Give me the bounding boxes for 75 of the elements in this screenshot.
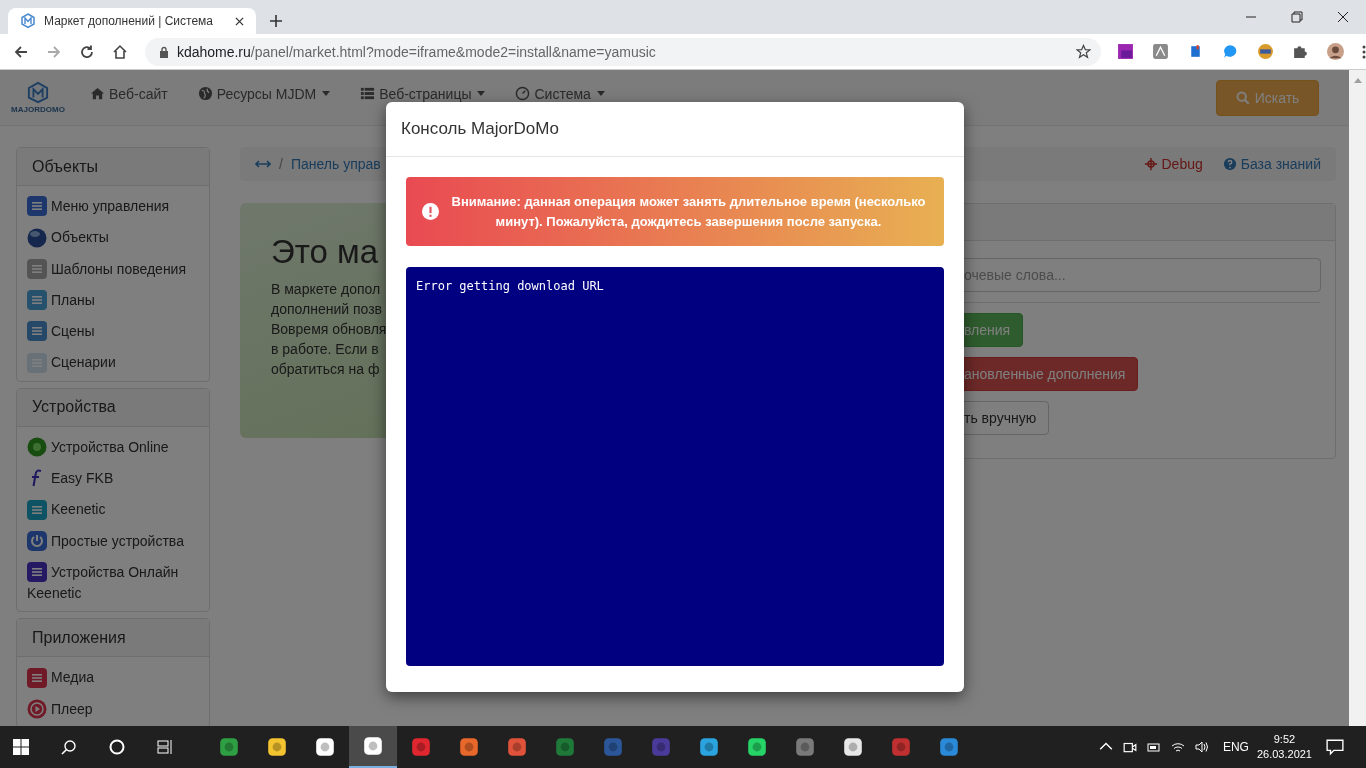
sidebar-item[interactable]: Планы [27, 284, 209, 317]
language-indicator[interactable]: ENG [1222, 740, 1249, 754]
clock[interactable]: 9:52 26.03.2021 [1256, 732, 1312, 762]
home-icon [90, 86, 105, 101]
star-icon[interactable] [1076, 44, 1091, 59]
sidebar-item[interactable]: Простые устройства [27, 525, 209, 557]
sidebar-item[interactable]: Easy FKB [27, 463, 209, 495]
nav-link[interactable]: Веб-сайт [90, 85, 168, 102]
panel-heading: Объекты [17, 148, 209, 186]
avatar-icon[interactable] [1327, 43, 1344, 60]
nav-link[interactable]: Ресурсы MJDM [197, 85, 331, 102]
status-dot-icon [27, 437, 47, 458]
globe-icon [27, 227, 47, 248]
start-icon[interactable] [13, 739, 29, 755]
list-icon [360, 86, 376, 101]
search-icon [1235, 90, 1250, 105]
help-icon [1222, 157, 1237, 171]
help-link[interactable]: База знаний [1222, 156, 1321, 172]
panel-heading: Приложения [17, 619, 209, 658]
chat-icon[interactable] [1222, 43, 1239, 60]
home-icon[interactable] [111, 43, 128, 60]
jumbotron-text: дополнений позв [271, 300, 383, 319]
circle-icon[interactable] [109, 739, 125, 755]
close-icon[interactable] [1337, 11, 1349, 23]
globe-icon [197, 86, 213, 101]
console-output: Error getting download URL [406, 267, 944, 666]
breadcrumb-separator: / [279, 156, 283, 172]
new-tab-icon[interactable] [270, 15, 282, 27]
sidebar-item[interactable]: Устройства Online [27, 431, 209, 464]
panel-heading: Устройства [17, 388, 209, 427]
browser-tab[interactable]: Маркет дополнений | Система [8, 8, 256, 34]
debug-link[interactable]: Debug [1143, 156, 1203, 172]
breadcrumb-link[interactable]: Панель управ [290, 156, 381, 172]
expand-icon[interactable] [255, 160, 271, 168]
alert-icon [422, 203, 439, 220]
sidebar-item[interactable]: Сценарии [27, 347, 209, 379]
close-icon[interactable] [235, 16, 244, 26]
notification-icon[interactable] [1326, 738, 1344, 756]
play-icon [27, 698, 47, 719]
wifi-icon[interactable] [1170, 740, 1185, 754]
favicon-icon [20, 13, 36, 29]
gauge-icon [515, 86, 531, 101]
task-view-icon[interactable] [157, 739, 173, 755]
sidebar-item[interactable]: Keenetic [27, 494, 209, 526]
jumbotron-text: обратиться на ф [271, 360, 380, 379]
lock-icon [158, 45, 169, 58]
nav-link[interactable]: Система [515, 85, 605, 102]
url-text: kdahome.ru/panel/market.html?mode=iframe&mode2=install&name=yamusic [176, 43, 657, 60]
reload-icon[interactable] [78, 43, 95, 60]
power-icon [27, 530, 47, 551]
sidebar-item[interactable]: Объекты [27, 222, 209, 254]
speaker-icon[interactable] [1194, 740, 1209, 754]
jumbotron-text: в работе. Если в [271, 340, 379, 359]
menu-icon [27, 196, 47, 217]
jumbotron-text: В маркете допол [271, 280, 381, 299]
extension-icon[interactable] [1117, 43, 1134, 60]
sidebar-item[interactable]: Устройства Онлайн Keenetic [27, 556, 209, 610]
jumbotron-text: Вовремя обновля [271, 320, 387, 339]
nav-link[interactable]: Веб-страницы [360, 85, 486, 102]
puzzle-icon[interactable] [1292, 43, 1309, 60]
modal-title: Консоль MajorDoMo [386, 102, 964, 157]
sidebar-item[interactable]: Медиа [27, 662, 209, 694]
sidebar-item[interactable]: Плеер [27, 693, 209, 725]
warning-text: Внимание: данная операция может занять длительное время (несколько минут). Пожалуйста, дождитесь завершения после запуска. [450, 192, 927, 231]
sidebar-item[interactable]: Шаблоны поведения [27, 253, 209, 285]
jumbotron-title: Это ма [271, 233, 379, 271]
menu-icon[interactable] [1362, 43, 1366, 60]
restore-icon[interactable] [1291, 11, 1303, 23]
crosshair-icon [1143, 157, 1158, 171]
sidebar-item[interactable]: Меню управления [27, 191, 209, 223]
battery-icon[interactable] [1146, 740, 1161, 754]
address-bar[interactable]: kdahome.ru/panel/market.html?mode=iframe&mode2=install&name=yamusic [144, 37, 1101, 66]
scrollbar[interactable] [1349, 70, 1366, 726]
search-icon[interactable] [61, 739, 77, 755]
sidebar-item[interactable]: Сцены [27, 316, 209, 348]
